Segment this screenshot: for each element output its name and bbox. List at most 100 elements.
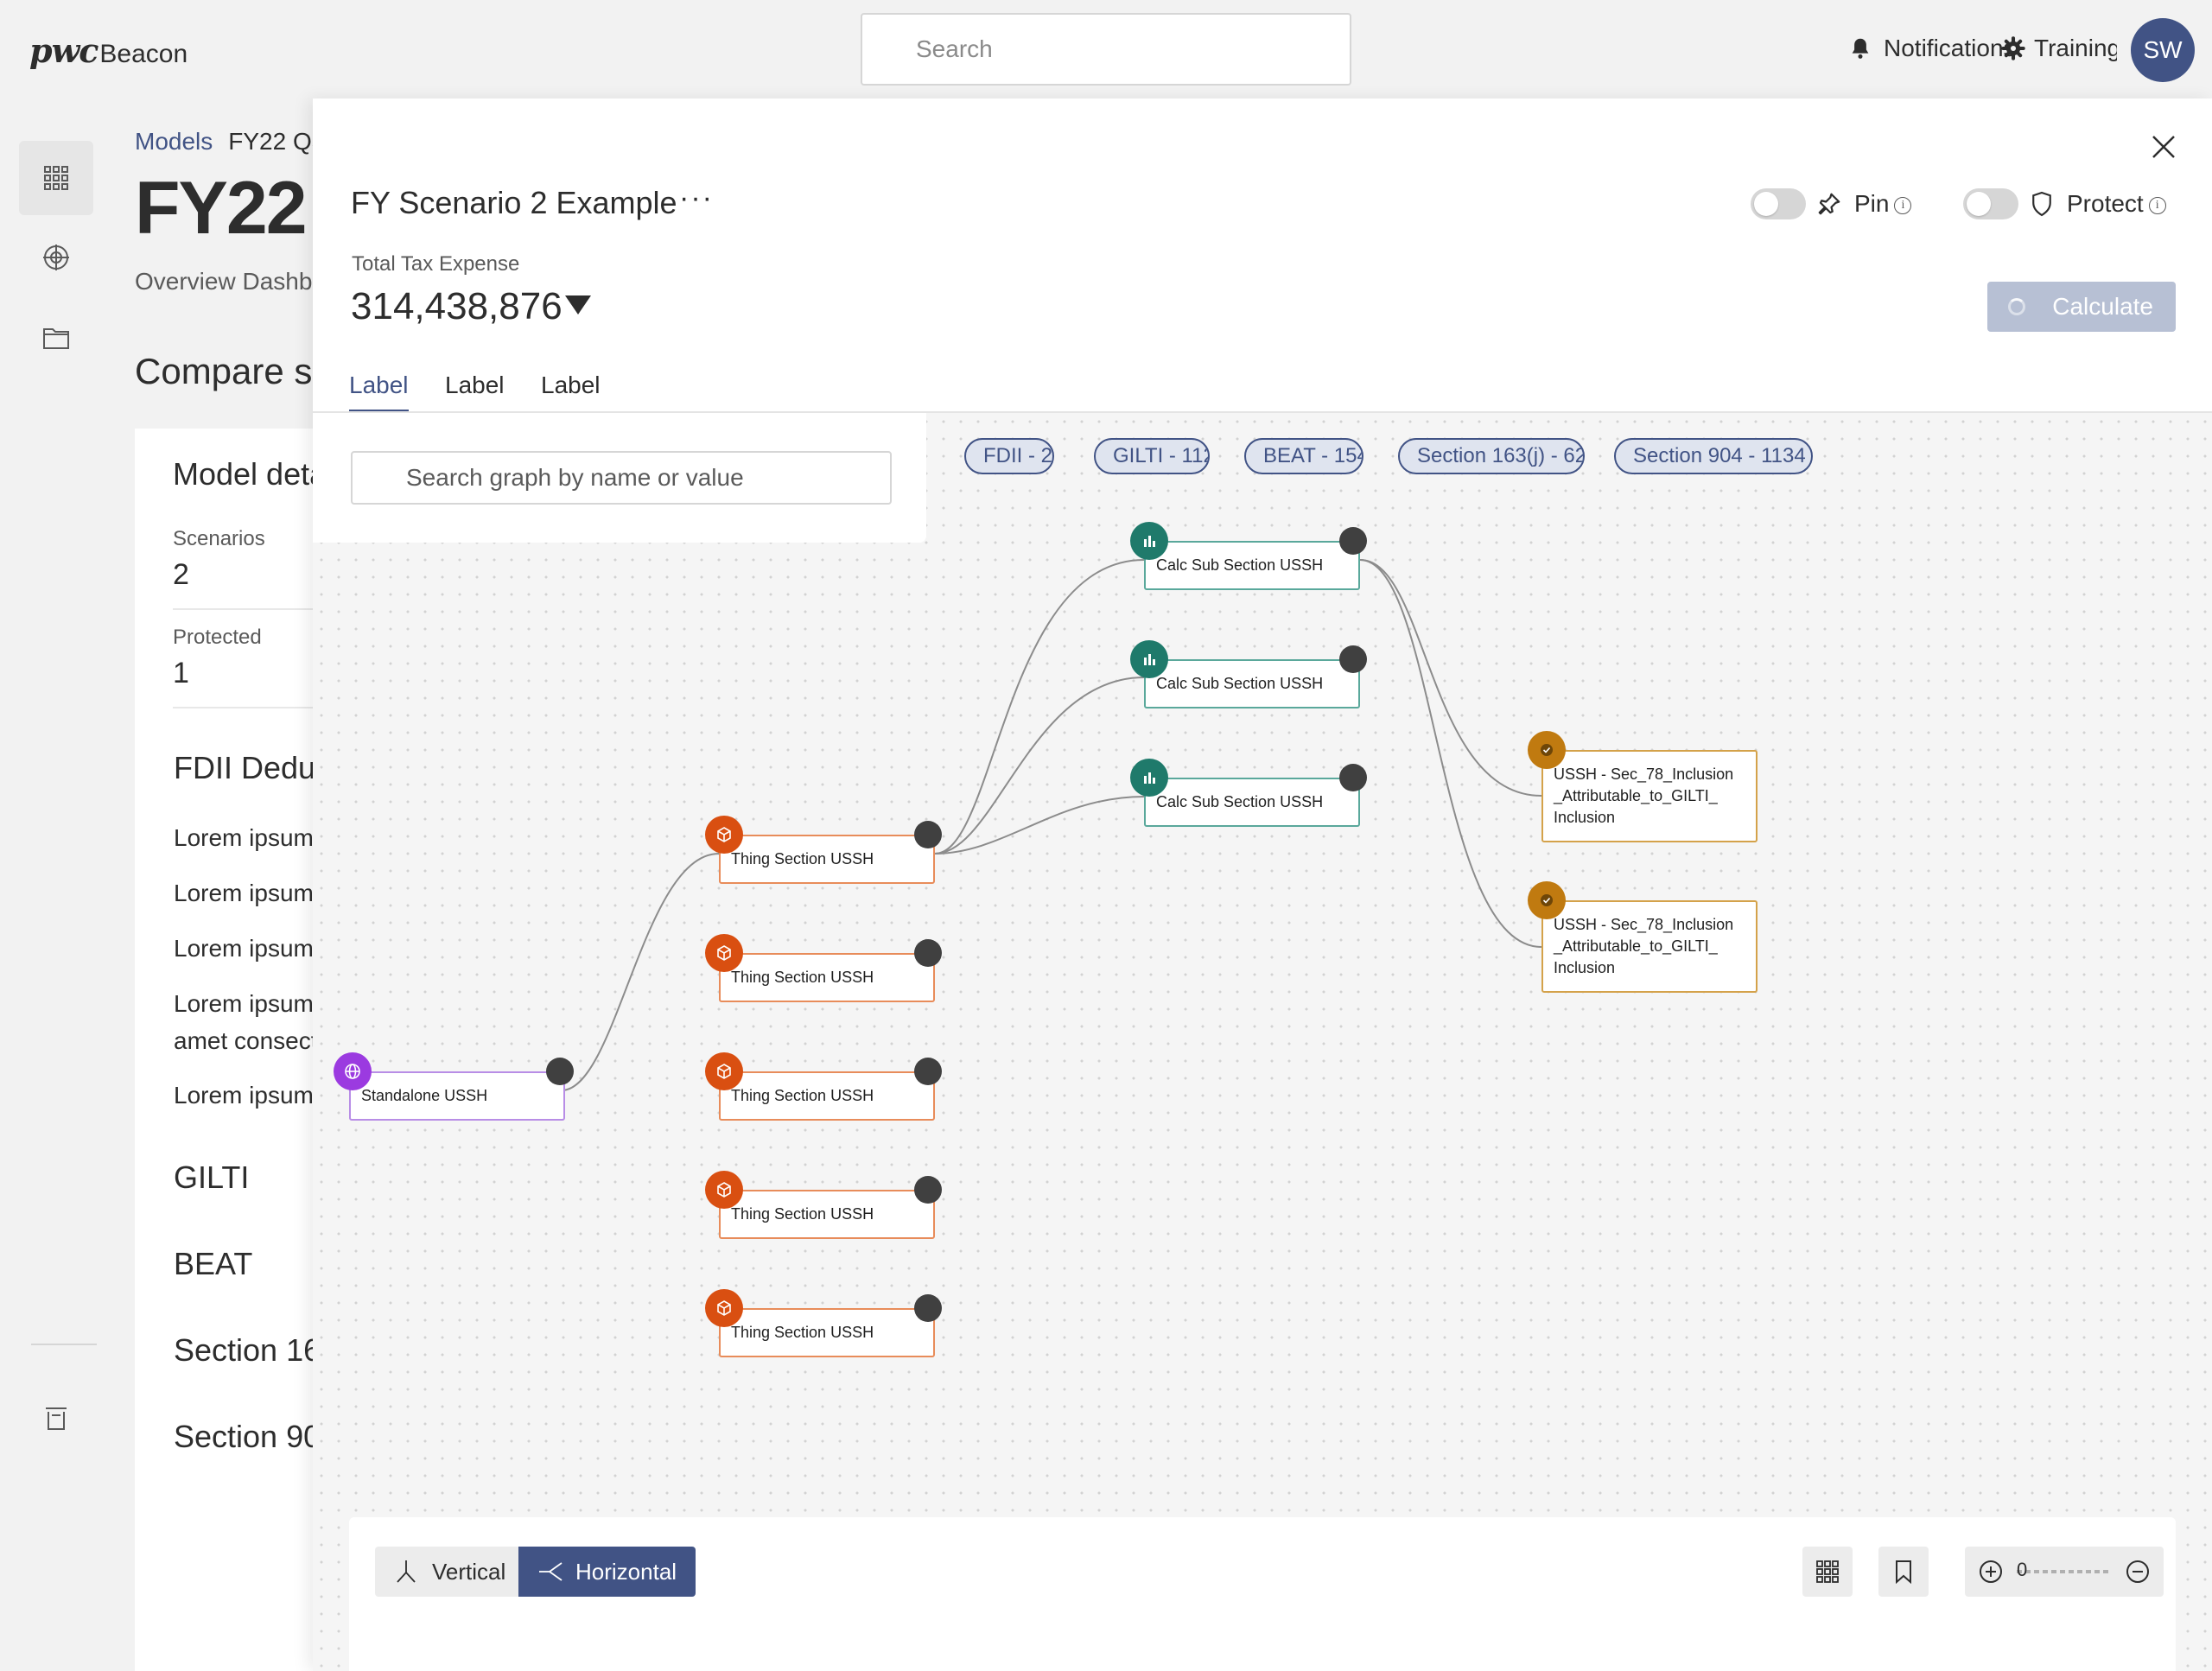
calculate-button[interactable]: Calculate (1987, 282, 2176, 332)
global-search-input[interactable] (861, 13, 1351, 86)
breadcrumb-models-link[interactable]: Models (135, 128, 213, 155)
rail-globe-button[interactable] (19, 220, 93, 295)
section-gilti[interactable]: GILTI (174, 1160, 249, 1196)
pin-toggle[interactable] (1751, 188, 1806, 219)
kpi-label: Total Tax Expense (352, 252, 520, 276)
bell-icon (1852, 38, 1869, 59)
node-port[interactable] (914, 821, 942, 848)
filter-chip-section-904[interactable]: Section 904 - 1134 (1614, 438, 1813, 474)
rail-folder-button[interactable] (19, 301, 93, 375)
filter-chip-section-163j[interactable]: Section 163(j) - 62 (1398, 438, 1585, 474)
node-port[interactable] (1339, 645, 1367, 673)
graph-node-calc[interactable]: Calc Sub Section USSH (1144, 541, 1360, 590)
graph-canvas[interactable]: FDII - 23 GILTI - 112 BEAT - 154 Section… (313, 413, 2212, 1671)
node-port[interactable] (546, 1058, 574, 1085)
section-beat[interactable]: BEAT (174, 1246, 252, 1282)
graph-node-thing[interactable]: Thing Section USSH (719, 835, 935, 884)
page-title: FY22 Q3 (135, 167, 320, 250)
pin-icon (1818, 193, 1840, 215)
rail-divider (31, 1344, 97, 1345)
filter-chip-gilti[interactable]: GILTI - 112 (1094, 438, 1210, 474)
tab-label-2[interactable]: Label (445, 372, 505, 410)
trash-icon (46, 1407, 67, 1430)
edge (934, 559, 1145, 855)
rail-trash-button[interactable] (19, 1381, 93, 1455)
graph-node-ussh[interactable]: USSH - Sec_78_Inclusion _Attributable_to… (1541, 900, 1758, 993)
node-label: USSH - Sec_78_Inclusion (1554, 766, 1734, 783)
node-label: Thing Section USSH (731, 969, 874, 986)
section-904[interactable]: Section 904 (174, 1419, 320, 1455)
page-nav-tabs[interactable]: Overview Dashboard (135, 268, 320, 295)
caret-down-icon[interactable] (565, 295, 591, 315)
node-label: Thing Section USSH (731, 1087, 874, 1104)
close-icon[interactable] (2146, 130, 2181, 164)
graph-edges (561, 559, 1542, 1091)
edge (934, 677, 1145, 855)
rail-apps-button[interactable] (19, 141, 93, 215)
node-label: Calc Sub Section USSH (1156, 556, 1324, 574)
node-port[interactable] (914, 939, 942, 967)
scenarios-label: Scenarios (173, 527, 265, 550)
node-label: Inclusion (1554, 959, 1616, 976)
graph-node-calc[interactable]: Calc Sub Section USSH (1144, 659, 1360, 708)
filter-chip-fdii[interactable]: FDII - 23 (964, 438, 1054, 474)
graph-search-input[interactable] (351, 451, 892, 505)
protected-label: Protected (173, 626, 262, 649)
node-port[interactable] (1339, 764, 1367, 791)
info-icon[interactable]: i (2148, 196, 2166, 214)
node-port[interactable] (914, 1176, 942, 1204)
user-avatar[interactable]: SW (2131, 18, 2195, 82)
graph-node-calc[interactable]: Calc Sub Section USSH (1144, 778, 1360, 827)
divider (173, 707, 320, 708)
app-logo[interactable]: pwc Beacon (29, 31, 188, 70)
section-163j[interactable]: Section 163(j) (174, 1332, 320, 1369)
fit-view-button[interactable] (1802, 1547, 1853, 1597)
shield-icon (2032, 191, 2051, 217)
notifications-label: Notifications (1884, 35, 2016, 61)
scenario-drawer: FY Scenario 2 Example ··· Pin i Protect i … (313, 98, 2212, 1671)
lorem-line: Lorem ipsum (174, 880, 314, 906)
node-port[interactable] (1339, 527, 1367, 555)
folder-icon (43, 328, 69, 349)
check-circle-icon (1528, 881, 1566, 919)
vertical-layout-button[interactable]: Vertical (375, 1547, 525, 1597)
graph-node-ussh[interactable]: USSH - Sec_78_Inclusion _Attributable_to… (1541, 750, 1758, 842)
graph-node-thing[interactable]: Thing Section USSH (719, 1190, 935, 1239)
filter-chip-beat[interactable]: BEAT - 154 (1244, 438, 1363, 474)
horizontal-layout-button[interactable]: Horizontal (518, 1547, 696, 1597)
cube-icon (705, 1289, 743, 1327)
fdii-heading: FDII Deduction (174, 750, 320, 785)
protect-label: Protect (2067, 190, 2144, 217)
horizontal-layout-icon (539, 1562, 563, 1581)
training-link[interactable]: Training (2001, 35, 2117, 62)
zoom-in-icon[interactable] (1979, 1560, 2003, 1584)
training-label: Training (2034, 35, 2117, 61)
horizontal-label: Horizontal (575, 1559, 677, 1585)
spinner-icon (2008, 298, 2025, 315)
node-port[interactable] (914, 1058, 942, 1085)
graph-node-thing[interactable]: Thing Section USSH (719, 1308, 935, 1357)
graph-node-thing[interactable]: Thing Section USSH (719, 1071, 935, 1121)
bar-chart-icon (1130, 759, 1168, 797)
toggle-knob (1967, 192, 1991, 216)
graph-node-thing[interactable]: Thing Section USSH (719, 953, 935, 1002)
breadcrumb: Models FY22 Q3 (135, 128, 320, 156)
tab-label-3[interactable]: Label (541, 372, 601, 410)
tab-label-1[interactable]: Label (349, 372, 409, 413)
check-circle-icon (1528, 731, 1566, 769)
grid-icon (44, 166, 68, 190)
node-port[interactable] (914, 1294, 942, 1322)
notifications-link[interactable]: Notifications (1847, 35, 2024, 62)
cube-icon (705, 1052, 743, 1090)
graph-node-standalone[interactable]: Standalone USSH (349, 1071, 565, 1121)
background-page: Models FY22 Q3 FY22 Q3 Overview Dashboard… (130, 98, 320, 1671)
zoom-slider[interactable] (2017, 1570, 2112, 1573)
edge (1359, 559, 1542, 797)
bookmark-button[interactable] (1878, 1547, 1929, 1597)
zoom-out-icon[interactable] (2126, 1560, 2150, 1584)
protect-toggle[interactable] (1963, 188, 2018, 219)
node-label: Standalone USSH (361, 1087, 488, 1104)
info-icon[interactable]: i (1894, 196, 1912, 214)
compare-heading: Compare scenarios (135, 351, 320, 391)
more-options-button[interactable]: ··· (679, 181, 714, 215)
